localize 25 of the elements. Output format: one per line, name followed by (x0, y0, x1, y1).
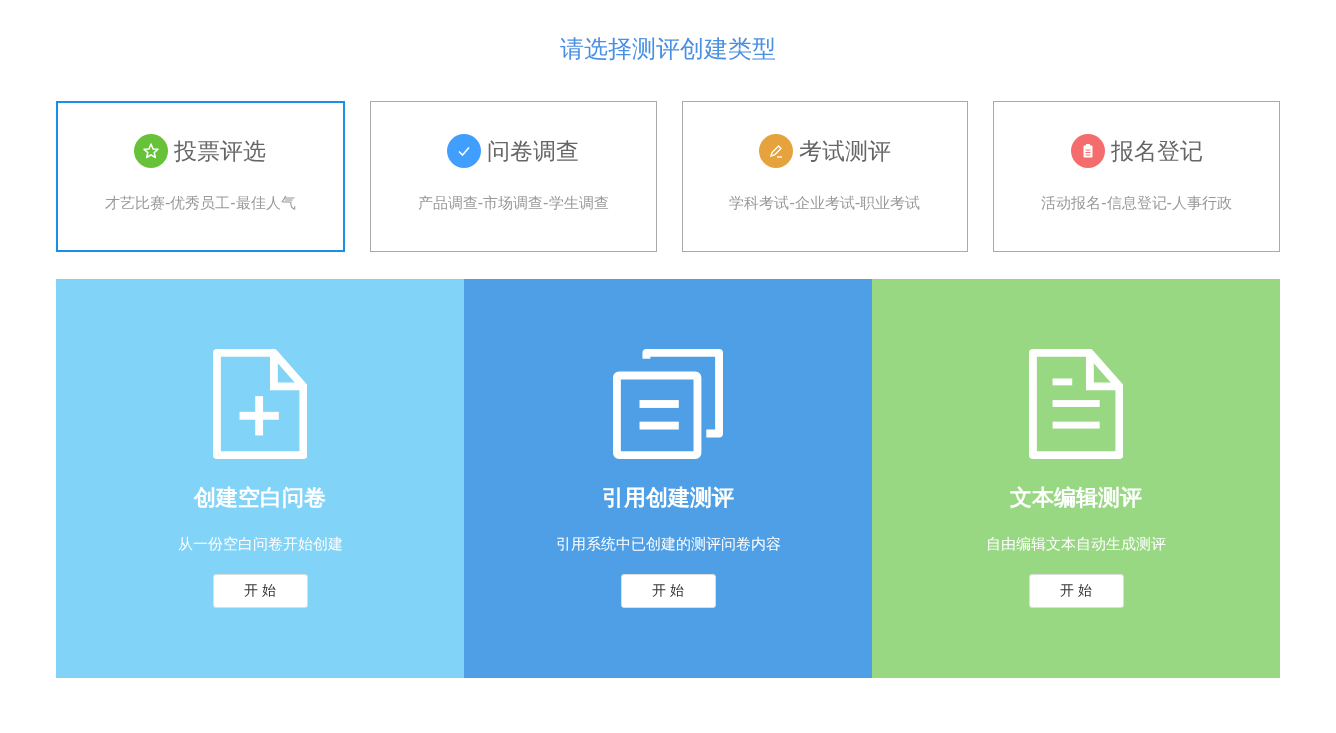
type-card[interactable]: 报名登记 活动报名-信息登记-人事行政 (993, 101, 1280, 252)
type-subtitle: 学科考试-企业考试-职业考试 (729, 194, 921, 213)
mode-description: 引用系统中已创建的测评问卷内容 (555, 535, 781, 554)
type-title: 考试测评 (798, 136, 891, 166)
mode-title: 文本编辑测评 (1010, 484, 1142, 512)
document-plus-icon (212, 349, 308, 459)
mode-title: 创建空白问卷 (194, 484, 326, 512)
type-card[interactable]: 考试测评 学科考试-企业考试-职业考试 (681, 101, 969, 252)
start-button[interactable]: 开 始 (620, 574, 716, 608)
type-card[interactable]: 投票评选 才艺比赛-优秀员工-最佳人气 (56, 101, 345, 252)
start-button[interactable]: 开 始 (212, 574, 308, 608)
type-subtitle: 才艺比赛-优秀员工-最佳人气 (104, 194, 296, 213)
type-subtitle: 产品调查-市场调查-学生调查 (417, 194, 609, 213)
type-card[interactable]: 问卷调查 产品调查-市场调查-学生调查 (369, 101, 657, 252)
text-document-icon (1028, 349, 1124, 459)
copy-documents-icon (613, 349, 723, 459)
mode-description: 从一份空白问卷开始创建 (177, 535, 343, 554)
type-subtitle: 活动报名-信息登记-人事行政 (1041, 194, 1233, 213)
type-title: 投票评选 (174, 136, 267, 166)
start-button[interactable]: 开 始 (1028, 574, 1124, 608)
page-heading: 请选择测评创建类型 (559, 34, 777, 65)
type-title: 报名登记 (1110, 136, 1203, 166)
type-title: 问卷调查 (487, 136, 580, 166)
mode-title: 引用创建测评 (602, 484, 734, 512)
mode-description: 自由编辑文本自动生成测评 (986, 535, 1166, 554)
